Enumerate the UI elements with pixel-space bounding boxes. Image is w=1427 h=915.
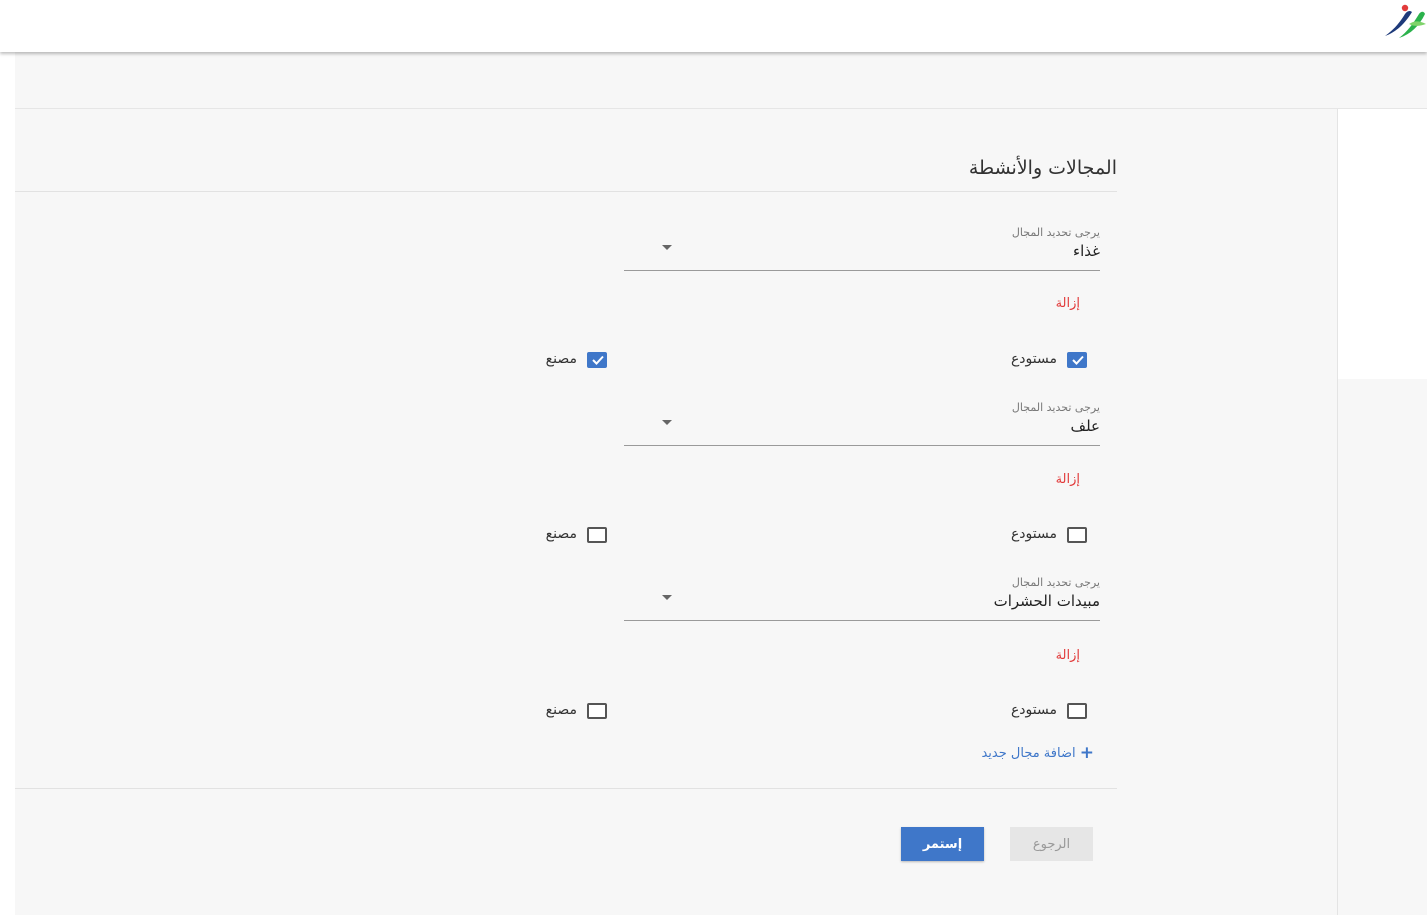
- domain-select-label: يرجى تحديد المجال: [1011, 401, 1100, 414]
- section-title: المجالات والأنشطة: [968, 157, 1117, 179]
- domain-select-value: غذاء: [1073, 242, 1100, 260]
- factory-checkbox-3[interactable]: مصنع: [507, 702, 607, 725]
- side-panel-bottom: [1338, 379, 1427, 915]
- plus-icon[interactable]: +: [1080, 743, 1094, 763]
- warehouse-checkbox-1[interactable]: مستودع: [977, 351, 1087, 374]
- domain-select-value: مبيدات الحشرات: [993, 592, 1100, 610]
- dropdown-caret-icon[interactable]: [662, 420, 672, 425]
- factory-checkbox-2[interactable]: مصنع: [507, 526, 607, 549]
- back-button[interactable]: الرجوع: [1010, 827, 1093, 861]
- factory-label: مصنع: [545, 702, 577, 718]
- remove-link-1[interactable]: إزالة: [1056, 296, 1080, 311]
- checkbox-checked-icon[interactable]: [587, 352, 607, 368]
- domain-select-3[interactable]: يرجى تحديد المجال مبيدات الحشرات: [624, 576, 1100, 621]
- checkbox-unchecked-icon[interactable]: [587, 527, 607, 543]
- checkbox-unchecked-icon[interactable]: [587, 703, 607, 719]
- remove-link-2[interactable]: إزالة: [1056, 472, 1080, 487]
- factory-label: مصنع: [545, 351, 577, 367]
- factory-checkbox-1[interactable]: مصنع: [507, 351, 607, 374]
- checkbox-checked-icon[interactable]: [1067, 352, 1087, 368]
- add-new-domain-label: اضافة مجال جديد: [981, 746, 1076, 761]
- sub-header: [15, 52, 1427, 109]
- title-divider: [15, 191, 1117, 192]
- checkbox-unchecked-icon[interactable]: [1067, 527, 1087, 543]
- top-bar: [0, 0, 1427, 52]
- warehouse-label: مستودع: [1010, 351, 1057, 367]
- warehouse-checkbox-2[interactable]: مستودع: [977, 526, 1087, 549]
- main-panel: المجالات والأنشطة يرجى تحديد المجال غذاء…: [15, 109, 1338, 915]
- domain-select-2[interactable]: يرجى تحديد المجال علف: [624, 401, 1100, 446]
- leaf-logo-icon[interactable]: [1379, 2, 1427, 42]
- checkbox-unchecked-icon[interactable]: [1067, 703, 1087, 719]
- factory-label: مصنع: [545, 526, 577, 542]
- domain-select-label: يرجى تحديد المجال: [1011, 576, 1100, 589]
- remove-link-3[interactable]: إزالة: [1056, 648, 1080, 663]
- warehouse-label: مستودع: [1010, 702, 1057, 718]
- domain-select-1[interactable]: يرجى تحديد المجال غذاء: [624, 226, 1100, 271]
- domain-select-value: علف: [1070, 417, 1100, 435]
- warehouse-checkbox-3[interactable]: مستودع: [977, 702, 1087, 725]
- add-new-domain-link[interactable]: + اضافة مجال جديد: [981, 743, 1094, 763]
- dropdown-caret-icon[interactable]: [662, 245, 672, 250]
- domain-select-label: يرجى تحديد المجال: [1011, 226, 1100, 239]
- side-panel-top: [1338, 109, 1427, 379]
- footer-divider: [15, 788, 1117, 789]
- left-strip: [0, 52, 15, 915]
- continue-button[interactable]: إستمر: [901, 827, 984, 861]
- warehouse-label: مستودع: [1010, 526, 1057, 542]
- dropdown-caret-icon[interactable]: [662, 595, 672, 600]
